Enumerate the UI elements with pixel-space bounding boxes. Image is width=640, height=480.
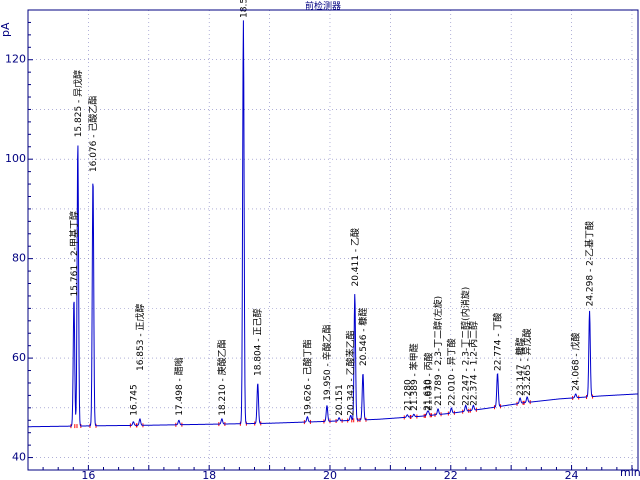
peak-label: 22.010 - 异丁酸 [446,338,457,405]
y-tick-label: 120 [5,53,26,66]
peak-label: 16.853 - 正戊醇 [134,304,146,371]
peak-label: 15.761 - 2-甲基丁醇 [68,211,80,296]
peak-label: 21.630 - 丙酸 [423,352,434,410]
peak-label: 20.411 - 乙酸 [350,228,361,286]
y-tick-label: 40 [12,451,26,464]
x-tick-label: 22 [444,469,458,480]
peak-label: 22.374 - 1,2-丙二醇 [467,321,479,406]
peak-label: 21.389 - 苯甲醛 [408,343,420,410]
y-tick-label: 80 [12,252,26,265]
peak-label: 22.774 - 丁酸 [493,313,504,371]
x-tick-label: 20 [323,469,337,480]
peak-label: 15.825 - 异戊醇 [72,70,84,137]
peak-label: 18.804 - 正己醇 [252,309,264,376]
peak-label: 18.210 - 庚酸乙酯 [216,339,228,415]
x-axis-unit-label: min [620,466,640,479]
y-axis-unit-label: pA [0,22,12,37]
peak-label: 16.076 - 己酸乙酯 [88,96,99,172]
peak-label: 20.546 - 糠醛 [357,308,369,366]
peak-label: 20.151 [335,384,345,416]
peak-label: 24.068 - 戊酸 [570,332,582,390]
y-tick-label: 60 [12,351,26,364]
chart-title: 前检测器 [305,0,341,12]
peak-label: 16.745 [129,384,139,416]
peak-label: 19.950 - 辛酸乙酯 [321,324,333,400]
x-tick-label: 24 [565,469,579,480]
peak-label: 21.789 - 2,3-丁二醇(左旋) [432,296,444,406]
peak-label: 20.343 - 乙酸苯乙酯 [345,330,357,415]
y-tick-label: 100 [5,152,26,165]
peak-label: 24.298 - 2-乙基丁酸 [584,221,596,306]
x-tick-label: 16 [81,469,95,480]
peak-label: 17.498 - 醋嗡 [173,357,185,415]
peak-label: 19.626 - 己酸丁酯 [302,339,313,415]
x-tick-label: 18 [202,469,216,480]
peak-label: 18.566 - 乳酸乙酯 [237,0,249,18]
chromatogram-chart: 15.761 - 2-甲基丁醇 15.825 - 异戊醇 16.076 - 己酸乙酯… [0,0,640,480]
peak-label: 23.265 - 异戊酸 [521,328,533,395]
